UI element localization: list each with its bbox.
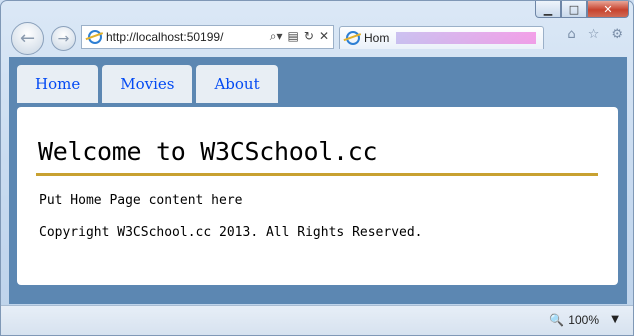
close-button[interactable]: ✕ (587, 1, 629, 18)
browser-tab[interactable]: Hom (339, 26, 544, 49)
zoom-dropdown-icon[interactable]: ▼ (611, 314, 619, 325)
address-bar[interactable]: http://localhost:50199/ ⌕▾ ▤ ↻ ✕ (81, 25, 334, 49)
back-button[interactable]: ← (11, 22, 44, 55)
stop-icon[interactable]: ✕ (319, 29, 329, 44)
footer-text: Copyright W3CSchool.cc 2013. All Rights … (39, 225, 423, 240)
maximize-button[interactable]: □ (561, 1, 587, 18)
compat-icon[interactable]: ▤ (288, 29, 299, 44)
minimize-button[interactable]: ▁ (535, 1, 561, 18)
address-tools: ⌕▾ ▤ ↻ ✕ (270, 29, 329, 44)
command-icons: ⌂ ☆ ⚙ (567, 27, 623, 42)
web-page: Home Movies About Welcome to W3CSchool.c… (9, 57, 627, 304)
address-url[interactable]: http://localhost:50199/ (106, 30, 223, 44)
browser-window: ▁ □ ✕ ← → http://localhost:50199/ ⌕▾ ▤ ↻… (0, 0, 634, 336)
tools-icon[interactable]: ⚙ (611, 27, 623, 42)
site-nav: Home Movies About (17, 65, 278, 103)
nav-about[interactable]: About (196, 65, 278, 103)
zoom-icon: 🔍 (549, 313, 565, 327)
nav-movies[interactable]: Movies (102, 65, 193, 103)
forward-icon: → (57, 30, 70, 47)
tab-title: Hom (364, 31, 390, 45)
search-icon[interactable]: ⌕▾ (270, 29, 283, 44)
caption-buttons: ▁ □ ✕ (535, 1, 629, 18)
tab-overlay (396, 32, 536, 44)
zoom-level: 100% (568, 313, 599, 327)
favorites-icon[interactable]: ☆ (588, 27, 600, 42)
back-icon: ← (19, 28, 36, 49)
zoom-control[interactable]: 🔍 100% (549, 313, 599, 327)
ie-icon (346, 31, 360, 45)
refresh-icon[interactable]: ↻ (304, 29, 314, 44)
heading-rule (36, 173, 598, 176)
forward-button[interactable]: → (51, 26, 76, 51)
nav-home[interactable]: Home (17, 65, 99, 103)
main-content: Welcome to W3CSchool.cc Put Home Page co… (17, 107, 618, 285)
page-heading: Welcome to W3CSchool.cc (38, 137, 378, 166)
home-icon[interactable]: ⌂ (567, 27, 575, 42)
ie-icon (88, 30, 102, 44)
body-text: Put Home Page content here (39, 193, 243, 208)
status-bar: 🔍 100% ▼ (1, 305, 633, 335)
